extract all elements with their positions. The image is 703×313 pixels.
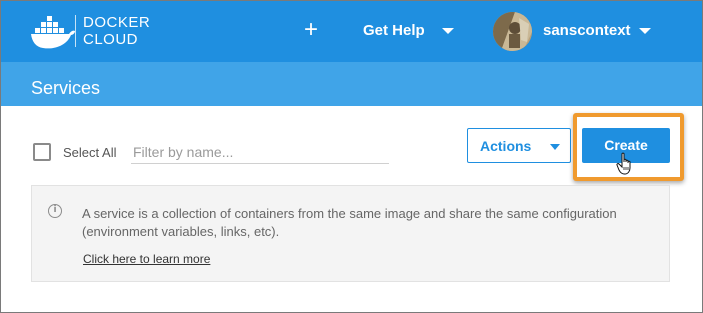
select-all-checkbox[interactable] bbox=[33, 143, 51, 161]
hand-pointer-icon bbox=[616, 152, 631, 175]
brand-line-2: CLOUD bbox=[83, 31, 139, 48]
chevron-down-icon[interactable] bbox=[442, 28, 454, 34]
info-icon: i bbox=[48, 204, 62, 218]
learn-more-link[interactable]: Click here to learn more bbox=[83, 252, 210, 266]
services-header-bar: Services bbox=[1, 62, 702, 106]
docker-whale-icon[interactable] bbox=[29, 13, 81, 51]
docker-cloud-window: DOCKER CLOUD + Get Help sanscontext Serv… bbox=[0, 0, 703, 313]
actions-dropdown[interactable]: Actions bbox=[467, 128, 571, 163]
select-all-label[interactable]: Select All bbox=[63, 145, 116, 160]
username-menu[interactable]: sanscontext bbox=[543, 22, 631, 39]
chevron-down-icon bbox=[550, 144, 560, 150]
brand-line-1: DOCKER bbox=[83, 14, 151, 31]
avatar-image bbox=[493, 12, 532, 51]
chevron-down-icon[interactable] bbox=[639, 28, 651, 34]
filter-input[interactable] bbox=[131, 140, 389, 164]
info-text: A service is a collection of containers … bbox=[82, 206, 617, 239]
logo-divider bbox=[75, 15, 76, 47]
actions-label: Actions bbox=[480, 138, 532, 154]
page-title: Services bbox=[31, 78, 101, 98]
get-help-menu[interactable]: Get Help bbox=[363, 22, 425, 39]
avatar[interactable] bbox=[493, 12, 532, 51]
brand-name[interactable]: DOCKER CLOUD bbox=[83, 14, 150, 48]
top-navigation-bar: DOCKER CLOUD + Get Help sanscontext bbox=[1, 1, 702, 62]
add-plus-button[interactable]: + bbox=[304, 17, 318, 43]
